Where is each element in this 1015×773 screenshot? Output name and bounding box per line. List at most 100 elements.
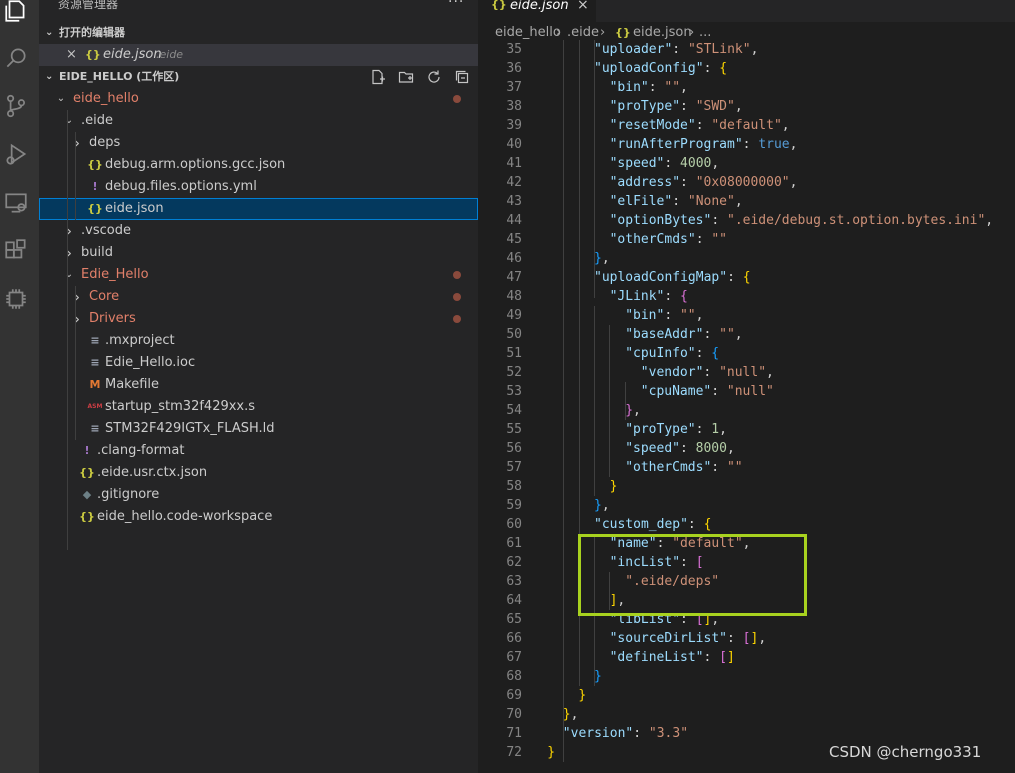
code-text: }, [562,707,579,722]
code-editor[interactable]: 35 "uploader": "STLink", 36 "uploadConfig":… [478,40,1015,773]
line-number: 61 [506,536,522,551]
json-file-icon: {} [85,48,101,61]
code-text: "custom_dep": { [594,517,712,532]
tree-item-label: eide_hello.code-workspace [97,509,273,524]
collapse-all-icon[interactable] [454,69,470,85]
code-line: 36 "uploadConfig": { [478,59,1015,78]
chevron-down-icon: ⌄ [64,115,74,126]
tree-item-debug-files[interactable]: ! debug.files.options.yml [39,176,478,198]
tree-item-startup[interactable]: ASM startup_stm32f429xx.s [39,396,478,418]
tab-eide-json[interactable]: {} eide.json × [478,0,596,22]
tree-item-label: .clang-format [97,443,185,458]
tree-item-label: deps [89,135,121,150]
code-line: 41 "speed": 4000, [478,154,1015,173]
line-number: 58 [506,479,522,494]
tree-item-label: Makefile [105,377,160,392]
chevron-down-icon: ⌄ [45,27,54,38]
code-text: "resetMode": "default", [609,118,790,133]
json-file-icon: {} [87,202,103,215]
line-number: 52 [506,365,522,380]
tree-item-vscode[interactable]: › .vscode [39,220,478,242]
activity-bar [0,0,39,773]
chip-icon[interactable] [3,286,29,312]
tree-item-debug-gcc[interactable]: {} debug.arm.options.gcc.json [39,154,478,176]
tree-item-label: .mxproject [105,333,175,348]
line-number: 70 [506,707,522,722]
line-number: 38 [506,99,522,114]
code-text: "vendor": "null", [640,365,774,380]
code-text: } [547,745,556,760]
new-folder-icon[interactable] [398,69,414,85]
tree-item-clang[interactable]: ! .clang-format [39,440,478,462]
explorer-icon[interactable] [3,0,29,24]
tree-item-build[interactable]: › build [39,242,478,264]
new-file-icon[interactable] [370,69,386,85]
tree-item-eide-json[interactable]: {} eide.json [39,198,478,220]
tree-item-label: debug.files.options.yml [105,179,257,194]
chevron-right-icon: › [66,244,72,262]
refresh-icon[interactable] [426,69,442,85]
tree-item-usrctx[interactable]: {} .eide.usr.ctx.json [39,462,478,484]
more-actions-button[interactable]: ··· [448,0,464,10]
code-line: 43 "elFile": "None", [478,192,1015,211]
code-line: 56 "speed": 8000, [478,439,1015,458]
tree-item-deps[interactable]: › deps [39,132,478,154]
tree-item-label: .eide [81,113,113,128]
tree-item-core[interactable]: › Core [39,286,478,308]
code-line: 39 "resetMode": "default", [478,116,1015,135]
tab-label: eide.json [510,0,569,13]
json-file-icon: {} [491,0,507,11]
tree-item-label: .vscode [81,223,131,238]
open-editor-item[interactable]: × {} eide.json .eide [39,44,478,66]
json-file-icon: {} [87,158,103,171]
extensions-icon[interactable] [3,238,29,264]
code-text: "JLink": { [609,289,688,304]
code-text: "runAfterProgram": true, [609,137,798,152]
tree-item-edie-hello[interactable]: ⌄ Edie_Hello [39,264,478,286]
tree-item-eide[interactable]: ⌄ .eide [39,110,478,132]
tree-item-gitignore[interactable]: ◆ .gitignore [39,484,478,506]
tree-item-label: eide.json [105,201,164,216]
tree-item-ioc[interactable]: ≡ Edie_Hello.ioc [39,352,478,374]
tree-item-label: STM32F429IGTx_FLASH.ld [105,421,275,436]
code-text: } [609,479,618,494]
open-editors-header[interactable]: ⌄ 打开的编辑器 [39,22,478,44]
source-control-icon[interactable] [3,93,29,119]
workspace-header[interactable]: ⌄ EIDE_HELLO (工作区) [39,66,478,88]
indent-guide [625,382,626,420]
code-text: } [578,688,587,703]
chevron-down-icon: ⌄ [56,93,66,104]
code-line: 38 "proType": "SWD", [478,97,1015,116]
line-number: 65 [506,612,522,627]
chevron-right-icon: › [66,222,72,240]
code-line: 67 "defineList": [] [478,648,1015,667]
remote-explorer-icon[interactable] [3,190,29,216]
code-line: 55 "proType": 1, [478,420,1015,439]
code-text: }, [625,403,641,418]
tree-item-drivers[interactable]: › Drivers [39,308,478,330]
line-number: 68 [506,669,522,684]
line-number: 64 [506,593,522,608]
line-number: 63 [506,574,522,589]
code-line: 49 "bin": "", [478,306,1015,325]
tree-item-ld[interactable]: ≡ STM32F429IGTx_FLASH.ld [39,418,478,440]
tree-item-mxproject[interactable]: ≡ .mxproject [39,330,478,352]
code-text: "uploadConfig": { [594,61,728,76]
tree-item-label: Core [89,289,120,304]
code-text: "optionBytes": ".eide/debug.st.option.by… [609,213,994,228]
chevron-down-icon: ⌄ [45,71,54,82]
run-debug-icon[interactable] [3,141,29,167]
code-text: "otherCmds": "" [625,460,743,475]
close-icon[interactable]: × [66,44,77,66]
code-line: 54}, [478,401,1015,420]
tree-item-workspace[interactable]: {} eide_hello.code-workspace [39,506,478,528]
line-number: 44 [506,213,522,228]
tree-item-eide-hello[interactable]: ⌄ eide_hello [39,88,478,110]
code-text: "elFile": "None", [609,194,743,209]
line-number: 39 [506,118,522,133]
search-icon[interactable] [3,45,29,71]
modified-indicator [453,293,461,301]
close-icon[interactable]: × [577,0,589,13]
tree-item-makefile[interactable]: M Makefile [39,374,478,396]
code-text: "cpuInfo": { [625,346,720,361]
